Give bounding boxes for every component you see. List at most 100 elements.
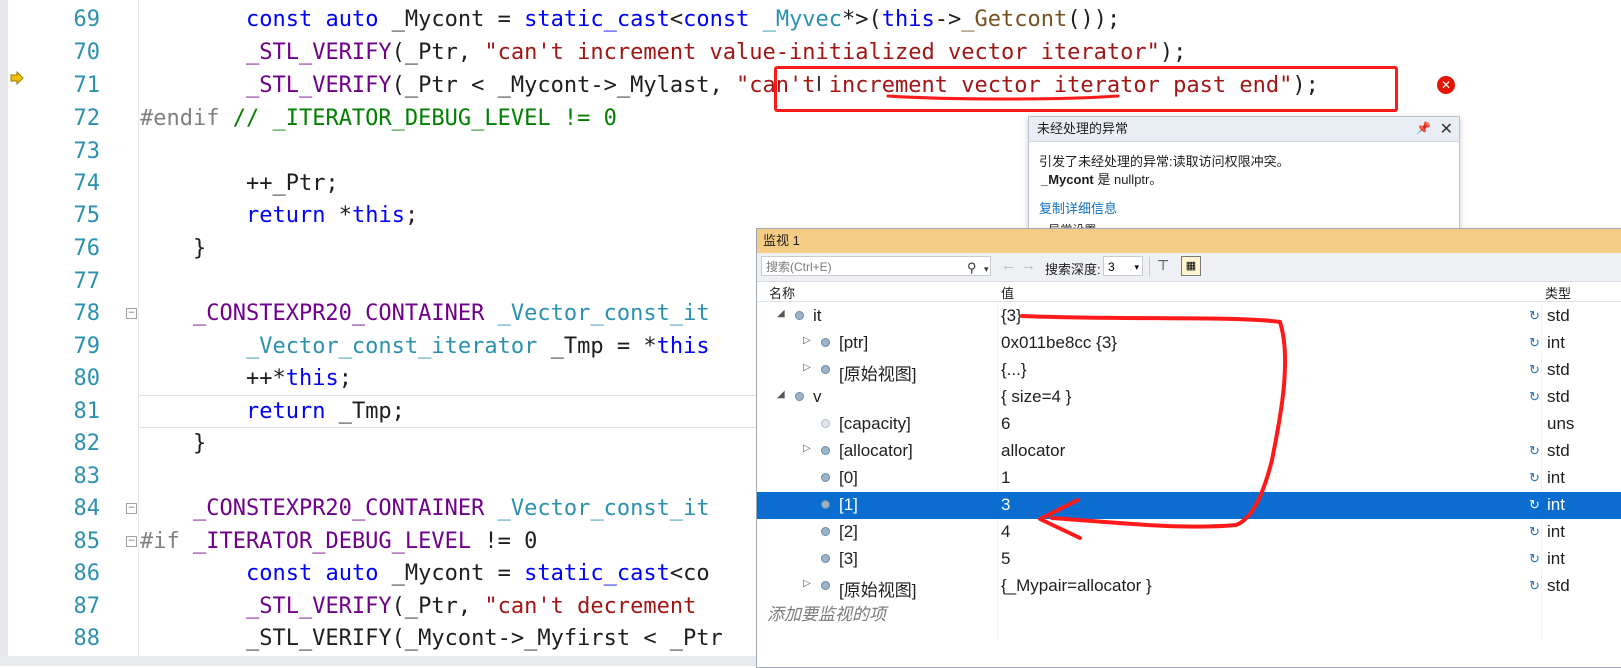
code-line-80: ++*this; [140,366,352,391]
line-number: 85 [73,529,101,554]
code-line-69: const auto _Mycont = static_cast<const _… [245,7,1121,32]
watch-row[interactable]: ▷ [原始视图] {_Mypair=allocator } ↻ std [757,573,1621,600]
copy-details-link[interactable]: 复制详细信息 [1039,198,1117,217]
search-depth-label: 搜索深度: [1045,262,1101,277]
watch-row[interactable]: ◢ it {3} ↻ std [757,303,1621,330]
watch-row[interactable]: [2] 4 ↻ int [757,519,1621,546]
refresh-icon[interactable]: ↻ [1529,389,1540,405]
variable-icon [821,365,830,374]
current-statement-arrow-icon [10,71,24,85]
code-line-82: } [140,431,207,456]
line-number: 76 [73,236,101,261]
code-line-86: const auto _Mycont = static_cast<co [245,561,710,586]
column-value[interactable]: 值 [1001,283,1014,302]
variable-icon [795,392,804,401]
refresh-icon[interactable]: ↻ [1529,362,1540,378]
indicator-margin [0,0,8,666]
refresh-icon[interactable]: ↻ [1529,551,1540,567]
variable-icon [821,500,830,509]
watch-row[interactable]: ◢ v { size=4 } ↻ std [757,384,1621,411]
expand-icon[interactable]: ▷ [803,335,811,346]
watch-row[interactable]: ▷ [ptr] 0x011be8cc {3} ↻ int [757,330,1621,357]
line-number: 81 [73,399,101,424]
code-line-72: #endif // _ITERATOR_DEBUG_LEVEL != 0 [140,106,617,131]
chevron-down-icon[interactable]: ▾ [984,259,989,279]
hex-display-icon[interactable]: ▦ [1181,256,1201,276]
search-depth-select[interactable]: 3 ▾ [1103,256,1143,276]
watch-row-selected[interactable]: [1] 3 ↻ int [757,492,1621,519]
watch-toolbar: 搜索(Ctrl+E) ⚲ ▾ ← → 搜索深度: 3 ▾ ⊤ ▦ [757,253,1621,282]
line-number: 72 [73,106,101,131]
fold-toggle-icon[interactable]: − [126,308,137,319]
add-watch-item[interactable]: 添加要监视的项 [767,600,886,625]
code-line-85: #if _ITERATOR_DEBUG_LEVEL != 0 [140,529,538,554]
variable-icon [821,419,830,428]
code-line-87: _STL_VERIFY(_Ptr, "can't decrement [245,594,710,619]
code-line-81: return _Tmp; [245,399,405,424]
line-number: 88 [73,626,101,651]
line-number: 82 [73,431,101,456]
column-type[interactable]: 类型 [1545,283,1571,302]
watch-row[interactable]: [capacity] 6 uns [757,411,1621,438]
refresh-icon[interactable]: ↻ [1529,497,1540,513]
line-number: 78 [73,301,101,326]
annotation-highlight-box [774,66,1398,112]
line-number: 70 [73,40,101,65]
gutter-divider [138,0,139,666]
line-number: 77 [73,269,101,294]
pin-icon[interactable]: ⊤ [1157,257,1169,274]
forward-arrow-icon[interactable]: → [1021,257,1036,274]
variable-icon [821,473,830,482]
watch-row[interactable]: ▷ [allocator] allocator ↻ std [757,438,1621,465]
code-line-79: _Vector_const_iterator _Tmp = *this [245,334,710,359]
line-number: 86 [73,561,101,586]
back-arrow-icon[interactable]: ← [1001,257,1016,274]
variable-icon [821,527,830,536]
watch-window[interactable]: 监视 1 搜索(Ctrl+E) ⚲ ▾ ← → 搜索深度: 3 ▾ ⊤ ▦ 名称 … [756,228,1621,668]
refresh-icon[interactable]: ↻ [1529,443,1540,459]
expand-icon[interactable]: ▷ [803,362,811,373]
line-number: 74 [73,171,101,196]
line-number: 83 [73,464,101,489]
code-line-88: _STL_VERIFY(_Mycont->_Myfirst < _Ptr [140,626,723,651]
column-name[interactable]: 名称 [769,283,795,302]
line-number: 79 [73,334,101,359]
pin-icon[interactable]: 📌 [1416,121,1431,135]
line-number: 80 [73,366,101,391]
refresh-icon[interactable]: ↻ [1529,308,1540,324]
variable-icon [821,446,830,455]
variable-icon [821,554,830,563]
expand-icon[interactable]: ▷ [803,578,811,589]
error-icon[interactable]: ✕ [1437,76,1455,94]
close-icon[interactable]: ✕ [1440,119,1453,139]
collapse-icon[interactable]: ◢ [777,308,785,319]
code-line-78: _CONSTEXPR20_CONTAINER _Vector_const_it [192,301,710,326]
watch-title[interactable]: 监视 1 [757,229,1621,253]
refresh-icon[interactable]: ↻ [1529,524,1540,540]
code-line-84: _CONSTEXPR20_CONTAINER _Vector_const_it [192,496,710,521]
watch-row[interactable]: [0] 1 ↻ int [757,465,1621,492]
refresh-icon[interactable]: ↻ [1529,470,1540,486]
code-line-75: return *this; [245,203,419,228]
watch-row[interactable]: [3] 5 ↻ int [757,546,1621,573]
code-line-70: _STL_VERIFY(_Ptr, "can't increment value… [245,40,1187,65]
line-number: 87 [73,594,101,619]
watch-row[interactable]: ▷ [原始视图] {...} ↻ std [757,357,1621,384]
code-line-76: } [140,236,207,261]
line-number: 71 [73,73,101,98]
watch-column-header: 名称 值 类型 [757,281,1621,302]
collapse-icon[interactable]: ◢ [777,389,785,400]
search-icon[interactable]: ⚲ [967,258,977,278]
expand-icon[interactable]: ▷ [803,443,811,454]
chevron-down-icon: ▾ [1134,262,1139,272]
variable-icon [821,338,830,347]
fold-toggle-icon[interactable]: − [126,503,137,514]
code-line-74: ++_Ptr; [140,171,339,196]
horizontal-scrollbar[interactable] [0,656,760,666]
refresh-icon[interactable]: ↻ [1529,335,1540,351]
refresh-icon[interactable]: ↻ [1529,578,1540,594]
watch-search-input[interactable]: 搜索(Ctrl+E) ⚲ ▾ [761,256,991,276]
line-number: 75 [73,203,101,228]
exception-title: 未经处理的异常 [1029,117,1459,142]
fold-toggle-icon[interactable]: − [126,536,137,547]
